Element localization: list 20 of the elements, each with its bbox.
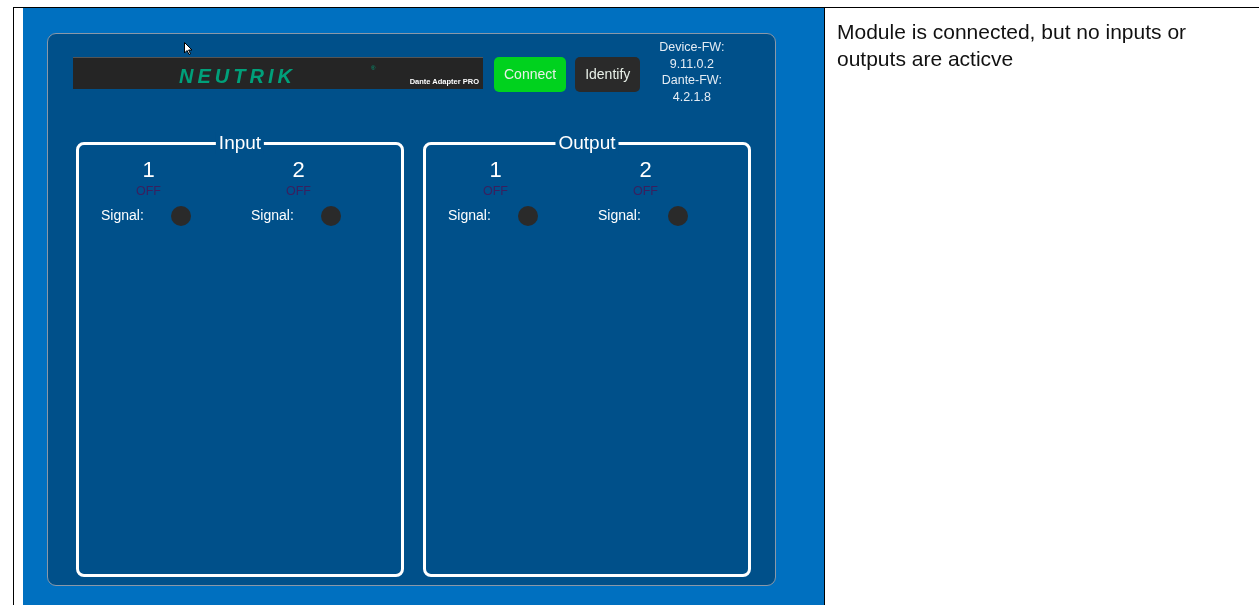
channel-status: OFF bbox=[632, 183, 659, 199]
signal-label: Signal: bbox=[598, 206, 641, 225]
channel-status: OFF bbox=[135, 183, 162, 199]
logo-text: NEUTRIK bbox=[179, 64, 296, 89]
channel-number: 1 bbox=[141, 157, 156, 183]
channel-number: 2 bbox=[291, 157, 306, 183]
header-button[interactable]: Identify bbox=[575, 57, 641, 92]
firmware-version: 9.11.0.2 bbox=[668, 55, 715, 72]
signal-label: Signal: bbox=[251, 206, 294, 225]
cursor-icon bbox=[184, 42, 193, 55]
channel-status: OFF bbox=[482, 183, 509, 199]
signal-label: Signal: bbox=[448, 206, 491, 225]
channel-number: 2 bbox=[638, 157, 653, 183]
channel-number: 1 bbox=[488, 157, 503, 183]
signal-label: Signal: bbox=[101, 206, 144, 225]
firmware-label: Dante-FW: bbox=[660, 72, 723, 89]
caption-text: Module is connected, but no inputs or outputs are acticve bbox=[837, 19, 1188, 72]
firmware-label: Device-FW: bbox=[659, 39, 725, 56]
channel-status: OFF bbox=[285, 183, 312, 199]
firmware-version: 4.2.1.8 bbox=[671, 88, 712, 105]
